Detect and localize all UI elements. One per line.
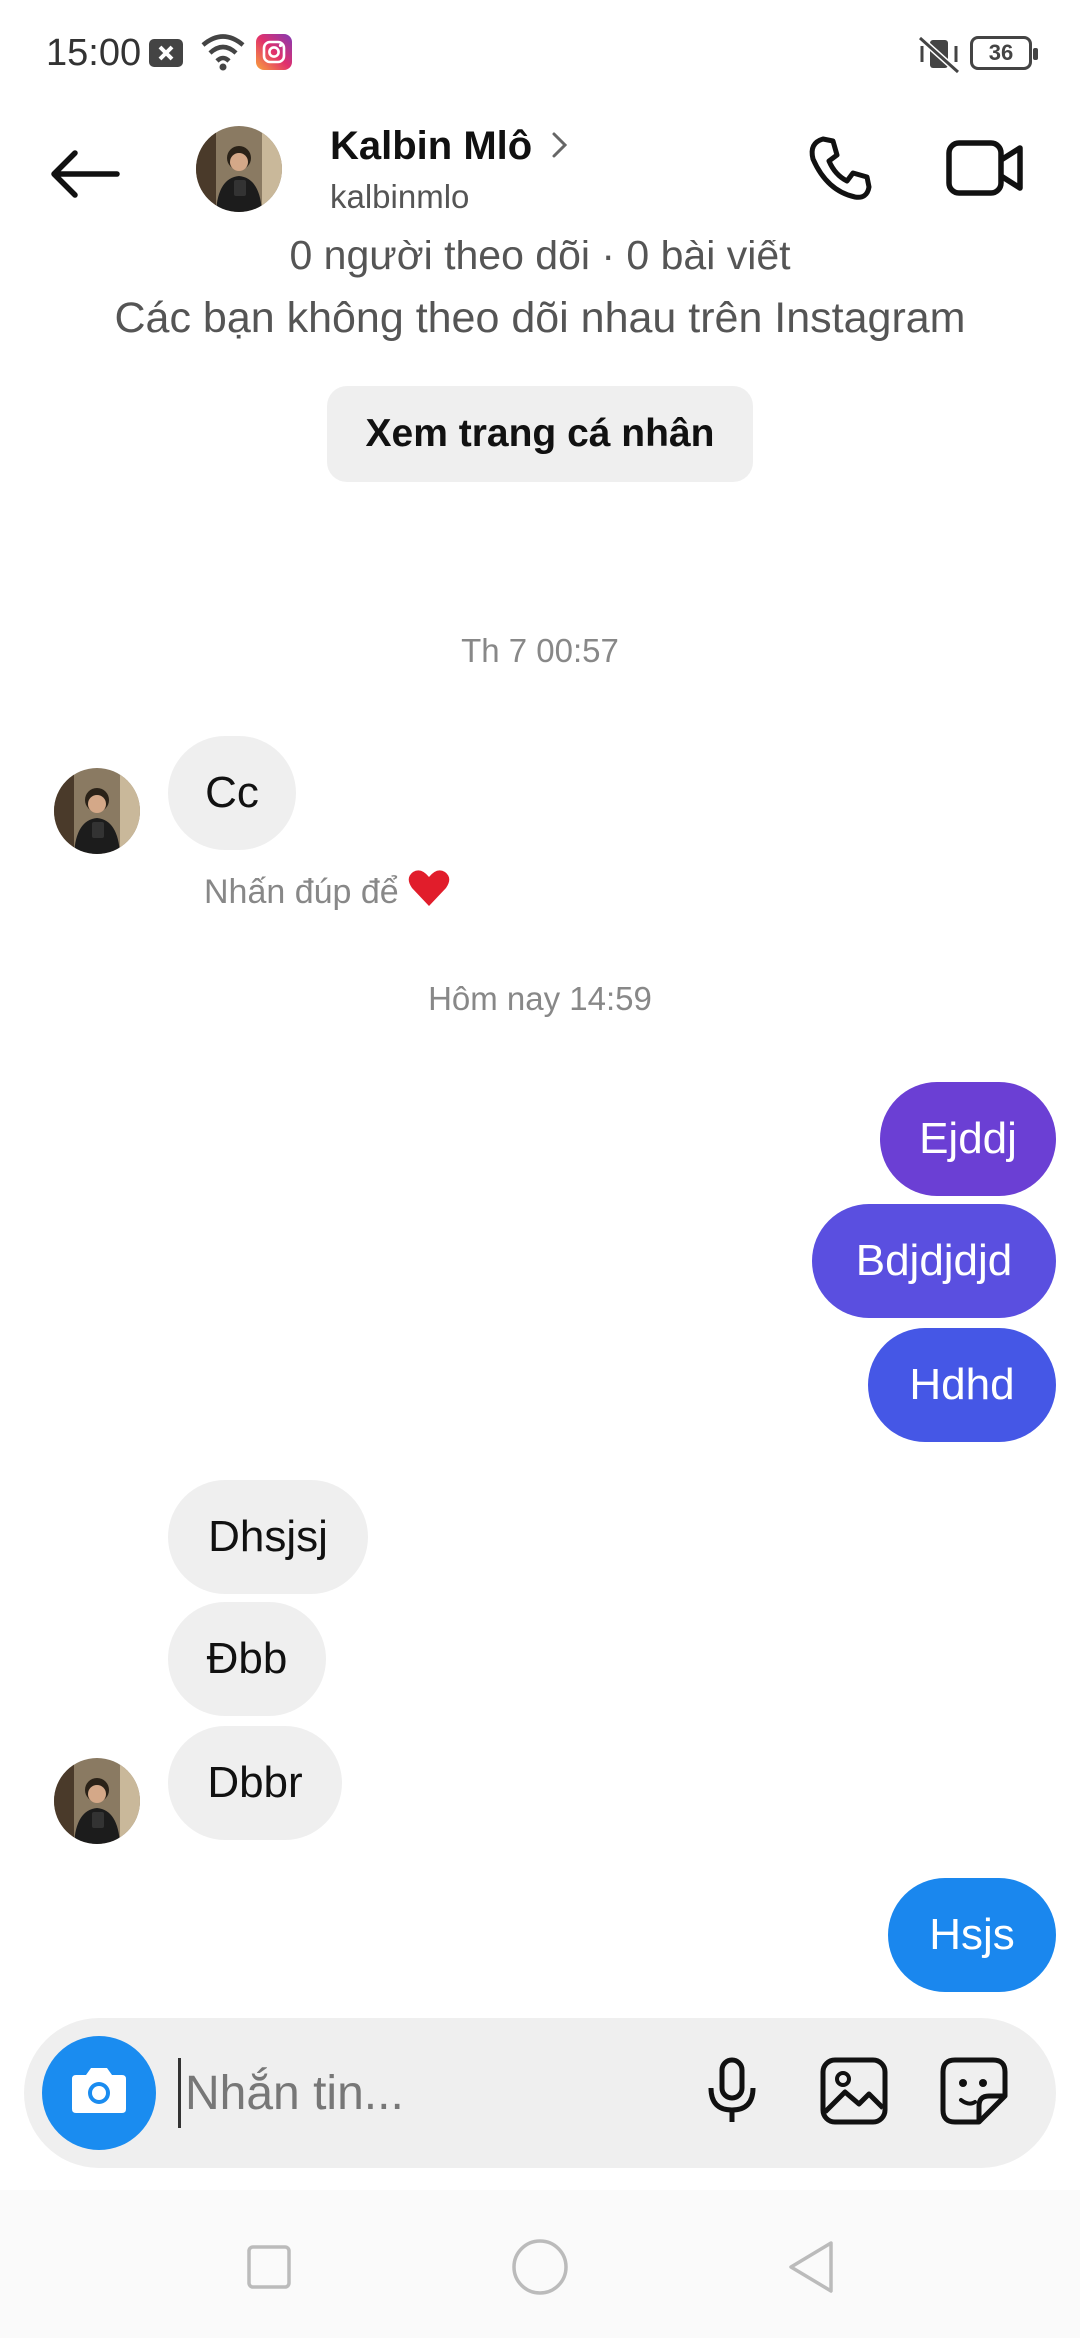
double-tap-hint: Nhấn đúp để — [204, 868, 451, 917]
home-button[interactable] — [505, 2234, 575, 2304]
camera-icon — [68, 2065, 130, 2122]
sender-avatar[interactable] — [54, 768, 140, 854]
instagram-icon — [256, 34, 292, 75]
double-tap-text: Nhấn đúp để — [204, 873, 399, 911]
message-bubble-sent[interactable]: Ejddj — [880, 1082, 1056, 1196]
vibrate-off-icon — [916, 34, 962, 79]
battery-level: 36 — [988, 40, 1014, 65]
microphone-icon — [702, 2056, 762, 2131]
video-call-button[interactable] — [940, 130, 1030, 210]
camera-button[interactable] — [42, 2036, 156, 2150]
gallery-button[interactable] — [814, 2053, 894, 2133]
phone-icon — [805, 133, 875, 208]
message-composer — [24, 2018, 1056, 2168]
message-bubble-received[interactable]: Dbbr — [168, 1726, 342, 1840]
status-time: 15:00 — [46, 32, 142, 74]
system-navigation-bar — [0, 2190, 1080, 2338]
heart-icon — [407, 868, 451, 917]
back-arrow-icon — [49, 149, 121, 204]
chat-header: Kalbin Mlô kalbinmlo — [0, 110, 1080, 240]
chevron-right-icon[interactable] — [548, 130, 572, 165]
contact-username[interactable]: kalbinmlo — [330, 178, 469, 216]
sticker-icon — [939, 2056, 1009, 2131]
recents-square-icon — [245, 2243, 293, 2296]
home-circle-icon — [510, 2237, 570, 2302]
status-bar: 15:00 36 — [0, 0, 1080, 110]
video-camera-icon — [946, 138, 1024, 203]
timestamp: Hôm nay 14:59 — [428, 980, 652, 1017]
timestamp: Th 7 00:57 — [461, 632, 619, 669]
message-bubble-sent[interactable]: Hdhd — [868, 1328, 1056, 1442]
gallery-icon — [819, 2056, 889, 2131]
back-triangle-icon — [785, 2239, 837, 2300]
message-bubble-received[interactable]: Dhsjsj — [168, 1480, 368, 1594]
microphone-button[interactable] — [692, 2053, 772, 2133]
battery-icon: 36 — [970, 36, 1038, 70]
wifi-icon — [200, 32, 246, 77]
voice-call-button[interactable] — [800, 130, 880, 210]
contact-name[interactable]: Kalbin Mlô — [330, 124, 532, 169]
back-nav-button[interactable] — [776, 2234, 846, 2304]
message-bubble-sent[interactable]: Bdjdjdjd — [812, 1204, 1056, 1318]
message-bubble-received[interactable]: Cc — [168, 736, 296, 850]
recents-button[interactable] — [234, 2234, 304, 2304]
sender-avatar[interactable] — [54, 1758, 140, 1844]
view-profile-button[interactable]: Xem trang cá nhân — [327, 386, 753, 482]
follow-status: Các bạn không theo dõi nhau trên Instagr… — [114, 294, 966, 342]
message-input[interactable] — [178, 2058, 698, 2128]
back-button[interactable] — [40, 136, 130, 216]
message-bubble-sent[interactable]: Hsjs — [888, 1878, 1056, 1992]
sticker-button[interactable] — [934, 2053, 1014, 2133]
header-avatar[interactable] — [196, 126, 282, 212]
message-bubble-received[interactable]: Đbb — [168, 1602, 326, 1716]
notification-close-icon — [148, 36, 184, 75]
